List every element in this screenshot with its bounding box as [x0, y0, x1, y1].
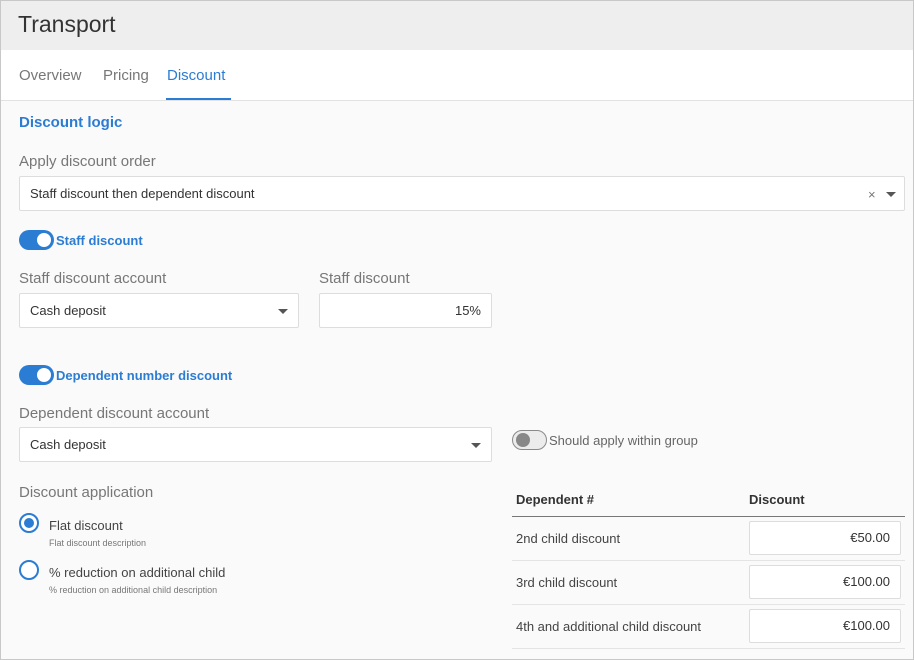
flat-discount-description: Flat discount description [49, 538, 147, 548]
table-row-label-4th-child: 4th and additional child discount [516, 619, 702, 634]
dependent-discount-toggle-label: Dependent number discount [56, 368, 233, 383]
third-child-discount-input[interactable]: €100.00 [749, 565, 901, 599]
apply-order-select[interactable]: Staff discount then dependent discount × [19, 176, 905, 211]
staff-account-label: Staff discount account [19, 270, 167, 287]
staff-account-value: Cash deposit [30, 303, 106, 318]
dependent-account-value: Cash deposit [30, 437, 106, 452]
page-title: Transport [18, 11, 116, 37]
flat-discount-radio[interactable] [19, 513, 39, 533]
dependent-account-select[interactable]: Cash deposit [19, 427, 492, 462]
chevron-down-icon[interactable] [278, 309, 288, 314]
tab-pricing[interactable]: Pricing [103, 67, 149, 84]
table-row-divider [512, 560, 905, 561]
within-group-label: Should apply within group [549, 433, 698, 448]
toggle-knob [37, 233, 51, 247]
within-group-toggle[interactable] [512, 430, 547, 450]
toggle-knob [37, 368, 51, 382]
table-header-dependent: Dependent # [516, 492, 595, 507]
staff-discount-toggle[interactable] [19, 230, 54, 250]
dependent-account-label: Dependent discount account [19, 405, 210, 422]
dependent-discount-toggle[interactable] [19, 365, 54, 385]
percent-reduction-radio[interactable] [19, 560, 39, 580]
discount-application-label: Discount application [19, 484, 154, 501]
title-bar: Transport [1, 1, 913, 50]
table-row-label-2nd-child: 2nd child discount [516, 531, 621, 546]
table-row-divider [512, 648, 905, 649]
staff-account-select[interactable]: Cash deposit [19, 293, 299, 328]
table-header-discount: Discount [749, 492, 805, 507]
apply-order-label: Apply discount order [19, 153, 156, 170]
tab-discount[interactable]: Discount [167, 67, 225, 84]
second-child-discount-input[interactable]: €50.00 [749, 521, 901, 555]
flat-discount-label[interactable]: Flat discount [49, 518, 123, 533]
staff-discount-toggle-label: Staff discount [56, 233, 143, 248]
active-tab-indicator [166, 98, 231, 100]
chevron-down-icon[interactable] [886, 192, 896, 197]
apply-order-value: Staff discount then dependent discount [30, 186, 255, 201]
tab-overview[interactable]: Overview [19, 67, 82, 84]
table-row-divider [512, 604, 905, 605]
tab-bar: Overview Pricing Discount [1, 50, 913, 101]
clear-icon[interactable]: × [868, 188, 876, 201]
table-row-label-3rd-child: 3rd child discount [516, 575, 618, 590]
app-window: Transport Overview Pricing Discount Disc… [0, 0, 914, 660]
percent-reduction-label[interactable]: % reduction on additional child [49, 565, 225, 580]
staff-discount-input[interactable]: 15% [319, 293, 492, 328]
toggle-knob [516, 433, 530, 447]
percent-reduction-description: % reduction on additional child descript… [49, 585, 218, 595]
fourth-child-discount-input[interactable]: €100.00 [749, 609, 901, 643]
staff-discount-label: Staff discount [319, 270, 410, 287]
chevron-down-icon[interactable] [471, 443, 481, 448]
table-header-divider [512, 516, 905, 517]
section-title-discount-logic: Discount logic [19, 114, 123, 131]
